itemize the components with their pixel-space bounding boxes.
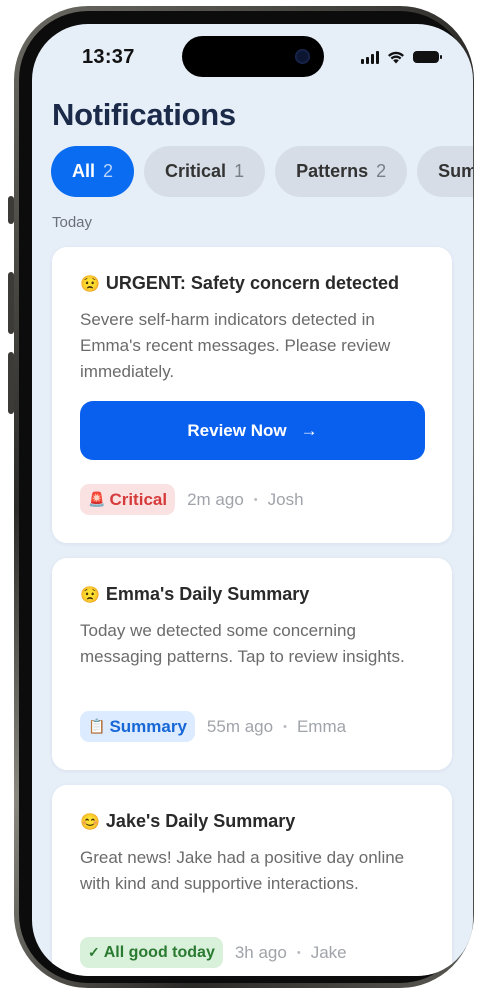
- smiling-face-icon: 😊: [80, 813, 100, 831]
- filter-chip-label: All: [72, 161, 96, 181]
- notification-card-summary-emma[interactable]: 😟 Emma's Daily Summary Today we detected…: [52, 558, 452, 770]
- person-name: Jake: [310, 942, 347, 962]
- notification-card-summary-jake[interactable]: 😊 Jake's Daily Summary Great news! Jake …: [52, 785, 452, 976]
- checkmark-icon: ✓: [88, 944, 100, 960]
- worried-face-icon: 😟: [80, 586, 100, 604]
- worried-face-icon: 😟: [80, 275, 100, 293]
- status-bar: 13:37: [32, 24, 473, 94]
- review-now-label: Review Now: [187, 420, 287, 440]
- person-name: Josh: [267, 489, 304, 509]
- card-title-text: Jake's Daily Summary: [105, 811, 296, 831]
- card-body: Today we detected some concerning messag…: [80, 621, 405, 666]
- signal-icon: [361, 50, 379, 64]
- clipboard-icon: 📋: [88, 718, 106, 734]
- card-meta: 📋 Summary 55m ago • Emma: [80, 711, 346, 742]
- wifi-icon: [388, 51, 404, 64]
- dynamic-island: [182, 36, 324, 77]
- filter-chip-all[interactable]: All 2: [51, 146, 135, 197]
- timestamp: 2m ago: [187, 489, 244, 509]
- card-meta: 🚨 Critical 2m ago • Josh: [80, 484, 304, 515]
- person-name: Emma: [296, 716, 347, 736]
- separator-dot: •: [253, 493, 258, 506]
- status-time: 13:37: [82, 46, 135, 68]
- status-icons: [361, 50, 442, 64]
- camera-icon: [295, 49, 310, 64]
- notification-card-urgent[interactable]: 😟 URGENT: Safety concern detected Severe…: [52, 247, 452, 543]
- arrow-right-icon: →: [300, 420, 318, 440]
- card-title: 😟 Emma's Daily Summary: [80, 584, 309, 605]
- filter-chip-count: 2: [103, 161, 114, 181]
- volume-down-button: [8, 352, 14, 414]
- separator-dot: •: [283, 720, 287, 733]
- filter-chips: All 2 Critical 1 Patterns 2 Sum: [51, 146, 473, 197]
- battery-icon: [413, 51, 442, 63]
- card-title-text: URGENT: Safety concern detected: [105, 273, 399, 293]
- all-good-badge: ✓ All good today: [80, 937, 223, 968]
- filter-chip-label: Critical: [165, 161, 227, 181]
- badge-label: Critical: [109, 489, 168, 509]
- card-body: Great news! Jake had a positive day onli…: [80, 848, 405, 893]
- card-title-text: Emma's Daily Summary: [105, 584, 310, 604]
- filter-chip-label: Patterns: [296, 161, 369, 181]
- volume-up-button: [8, 272, 14, 334]
- timestamp: 3h ago: [234, 942, 287, 962]
- summary-badge: 📋 Summary: [80, 711, 195, 742]
- section-label-today: Today: [52, 214, 93, 231]
- timestamp: 55m ago: [206, 716, 274, 736]
- card-title: 😊 Jake's Daily Summary: [80, 811, 295, 832]
- screen: 13:37 Notifications All 2 Critical 1 Pat…: [32, 24, 473, 976]
- badge-label: Summary: [109, 716, 187, 736]
- separator-dot: •: [296, 946, 301, 959]
- filter-chip-patterns[interactable]: Patterns 2: [275, 146, 408, 197]
- action-button: [8, 196, 14, 224]
- review-now-button[interactable]: Review Now →: [80, 401, 425, 460]
- page-title: Notifications: [52, 97, 236, 132]
- filter-chip-summary[interactable]: Sum: [417, 146, 473, 197]
- filter-chip-count: 2: [376, 161, 387, 181]
- filter-chip-count: 1: [234, 161, 245, 181]
- card-meta: ✓ All good today 3h ago • Jake: [80, 937, 347, 968]
- card-title: 😟 URGENT: Safety concern detected: [80, 273, 399, 294]
- critical-badge: 🚨 Critical: [80, 484, 176, 515]
- siren-icon: 🚨: [88, 491, 106, 507]
- filter-chip-critical[interactable]: Critical 1: [144, 146, 266, 197]
- card-body: Severe self-harm indicators detected in …: [80, 310, 391, 381]
- badge-label: All good today: [103, 943, 215, 961]
- filter-chip-label: Sum: [438, 161, 473, 181]
